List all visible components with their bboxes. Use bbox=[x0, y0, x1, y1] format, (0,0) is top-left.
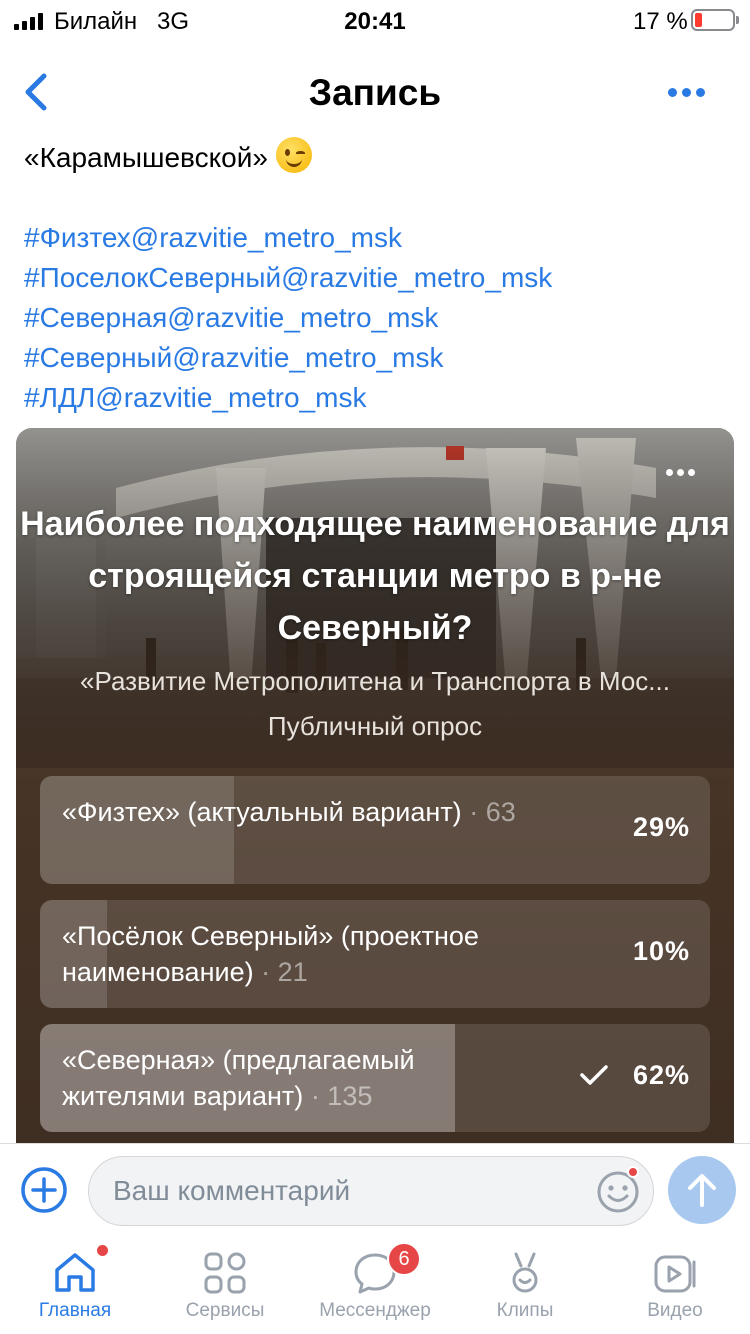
poll-option-text: «Посёлок Северный» (проектное наименован… bbox=[62, 918, 532, 990]
check-icon bbox=[580, 1065, 608, 1085]
sticker-notification-dot bbox=[627, 1166, 639, 1178]
comment-bar bbox=[0, 1143, 750, 1238]
poll-option[interactable]: «Северная» (предлагаемый жителями вариан… bbox=[40, 1024, 710, 1132]
tab-home[interactable]: Главная bbox=[0, 1238, 150, 1334]
hashtag-link[interactable]: #Физтех@razvitie_metro_msk bbox=[24, 218, 724, 258]
poll-option-percent: 10% bbox=[632, 936, 690, 966]
hashtag-list: #Физтех@razvitie_metro_msk #ПоселокСевер… bbox=[24, 218, 724, 418]
tab-label: Мессенджер bbox=[319, 1300, 431, 1321]
tab-label: Видео bbox=[647, 1300, 703, 1321]
tab-label: Сервисы bbox=[185, 1300, 265, 1321]
poll-option-bar bbox=[40, 776, 235, 884]
video-icon bbox=[654, 1255, 696, 1293]
poll-option-label: «Физтех» (актуальный вариант) bbox=[62, 797, 462, 827]
tab-label: Клипы bbox=[496, 1300, 554, 1321]
poll-option-percent: 29% bbox=[632, 812, 690, 842]
status-bar: Билайн 3G 20:41 17 % bbox=[0, 0, 750, 42]
poll-option-percent: 62% bbox=[632, 1060, 690, 1090]
poll-option[interactable]: «Физтех» (актуальный вариант) · 63 29% bbox=[40, 776, 710, 884]
add-attachment-icon[interactable] bbox=[20, 1166, 68, 1214]
poll-author[interactable]: «Развитие Метрополитена и Транспорта в М… bbox=[40, 666, 710, 697]
battery-percent: 17 % bbox=[633, 8, 688, 35]
hashtag-link[interactable]: #Северный@razvitie_metro_msk bbox=[24, 338, 724, 378]
messenger-unread-badge: 6 bbox=[387, 1242, 421, 1276]
poll-card: Наиболее подходящее наименование для стр… bbox=[16, 428, 734, 1168]
poll-type: Публичный опрос bbox=[267, 711, 483, 741]
winking-face-emoji-icon bbox=[275, 137, 312, 173]
tab-messenger[interactable]: 6 Мессенджер bbox=[300, 1238, 450, 1334]
poll-question: Наиболее подходящее наименование для стр… bbox=[20, 505, 730, 647]
tab-clips[interactable]: Клипы bbox=[450, 1238, 600, 1334]
home-icon bbox=[55, 1253, 95, 1292]
home-notification-dot bbox=[97, 1245, 108, 1256]
poll-option-text: «Физтех» (актуальный вариант) · 63 bbox=[62, 794, 532, 830]
poll-option-count: · 21 bbox=[261, 957, 308, 987]
post-text-line: «Карамышевской» bbox=[24, 137, 724, 178]
page-title: Запись bbox=[308, 72, 442, 113]
tab-label: Главная bbox=[38, 1300, 112, 1321]
clips-icon bbox=[512, 1252, 538, 1293]
poll-option-text: «Северная» (предлагаемый жителями вариан… bbox=[62, 1042, 532, 1114]
tab-video[interactable]: Видео bbox=[600, 1238, 750, 1334]
poll-more-icon[interactable] bbox=[666, 469, 695, 476]
tab-services[interactable]: Сервисы bbox=[150, 1238, 300, 1334]
comment-input[interactable] bbox=[88, 1156, 654, 1226]
tab-bar: Главная Сервисы 6 Мессенджер Клипы Видео bbox=[0, 1238, 750, 1334]
hashtag-link[interactable]: #Северная@razvitie_metro_msk bbox=[24, 298, 724, 338]
send-button[interactable] bbox=[668, 1156, 736, 1224]
nav-header: Запись bbox=[0, 42, 750, 142]
battery-icon bbox=[691, 9, 739, 31]
arrow-up-icon bbox=[688, 1174, 716, 1207]
hashtag-link[interactable]: #ЛДЛ@razvitie_metro_msk bbox=[24, 378, 724, 418]
more-horizontal-icon[interactable] bbox=[668, 88, 705, 97]
poll-option[interactable]: «Посёлок Северный» (проектное наименован… bbox=[40, 900, 710, 1008]
hashtag-link[interactable]: #ПоселокСеверный@razvitie_metro_msk bbox=[24, 258, 724, 298]
poll-option-count: · 135 bbox=[310, 1081, 373, 1111]
post-text-fragment: «Карамышевской» bbox=[24, 142, 268, 173]
post-text: «Карамышевской» #Физтех@razvitie_metro_m… bbox=[24, 137, 724, 418]
services-grid-icon bbox=[204, 1252, 246, 1294]
poll-option-count: · 63 bbox=[469, 797, 516, 827]
